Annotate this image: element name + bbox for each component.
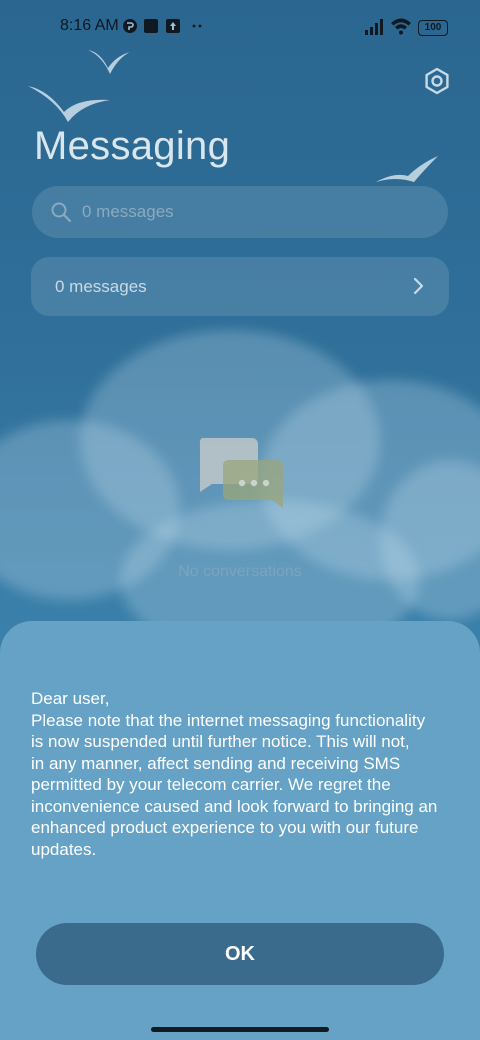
- chevron-right-icon: [413, 277, 424, 295]
- signal-icon: [365, 19, 383, 35]
- wifi-icon: [391, 18, 411, 35]
- status-time: 8:16 AM: [60, 17, 119, 34]
- square-notification-icon: [144, 19, 158, 33]
- notice-line: in any manner, affect sending and receiv…: [31, 753, 401, 773]
- home-indicator[interactable]: [151, 1027, 329, 1032]
- messages-summary-card[interactable]: 0 messages: [31, 257, 449, 316]
- notice-line: updates.: [31, 839, 97, 859]
- upload-notification-icon: [166, 19, 180, 33]
- search-placeholder: 0 messages: [82, 202, 174, 221]
- notice-line: is now suspended until further notice. T…: [31, 732, 410, 751]
- messages-summary-label: 0 messages: [55, 277, 147, 296]
- notice-message: Dear user, Please note that the internet…: [31, 688, 461, 860]
- status-bar: 8:16 AM 100: [0, 0, 480, 56]
- empty-state-text: No conversations: [178, 563, 302, 580]
- gear-icon[interactable]: [422, 66, 452, 96]
- more-notifications-icon: [192, 24, 202, 28]
- bird-decoration: [376, 156, 438, 182]
- app-notification-icon: [123, 19, 137, 33]
- chat-bubbles-icon: [199, 438, 283, 508]
- page-title: Messaging: [34, 124, 231, 168]
- battery-icon: 100: [418, 20, 448, 36]
- notice-line: enhanced product experience to you with …: [31, 818, 419, 837]
- search-icon: [51, 202, 72, 223]
- notice-line: inconvenience caused and look forward to…: [31, 796, 438, 816]
- notice-line: Please note that the internet messaging …: [31, 710, 426, 730]
- battery-level: 100: [424, 22, 442, 33]
- bird-decoration: [28, 86, 110, 122]
- search-bar[interactable]: 0 messages: [32, 186, 448, 238]
- notice-line: permitted by your telecom carrier. We re…: [31, 775, 391, 794]
- notice-line: Dear user,: [31, 689, 110, 708]
- ok-button[interactable]: OK: [36, 923, 444, 985]
